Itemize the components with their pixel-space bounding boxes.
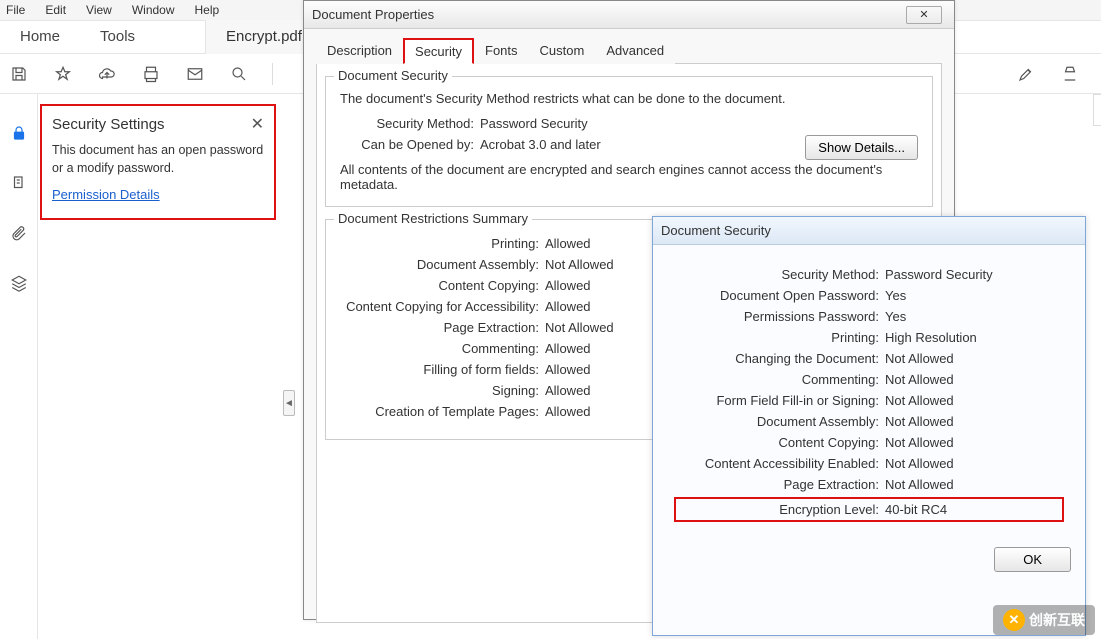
security-row: Content Accessibility Enabled:Not Allowe… <box>675 456 1063 471</box>
security-row: Page Extraction:Not Allowed <box>675 477 1063 492</box>
tab-fonts[interactable]: Fonts <box>474 38 529 64</box>
watermark-text: 创新互联 <box>1029 610 1085 630</box>
menu-file[interactable]: File <box>6 3 25 17</box>
security-row-value: Password Security <box>885 267 1063 282</box>
restriction-label: Filling of form fields: <box>340 362 545 377</box>
restriction-label: Page Extraction: <box>340 320 545 335</box>
restriction-label: Commenting: <box>340 341 545 356</box>
security-row-label: Printing: <box>675 330 885 345</box>
collapse-handle[interactable]: ◄ <box>283 390 295 416</box>
star-icon[interactable] <box>52 63 74 85</box>
restriction-label: Document Assembly: <box>340 257 545 272</box>
show-details-button[interactable]: Show Details... <box>805 135 918 160</box>
watermark: ✕ 创新互联 <box>993 605 1095 635</box>
security-method-value: Password Security <box>480 116 918 131</box>
stamp-icon[interactable] <box>1059 63 1081 85</box>
security-row-label: Encryption Level: <box>675 502 885 517</box>
security-row-value: Not Allowed <box>885 477 1063 492</box>
security-row-label: Permissions Password: <box>675 309 885 324</box>
security-method-label: Security Method: <box>340 116 480 131</box>
security-row: Document Open Password:Yes <box>675 288 1063 303</box>
restriction-label: Signing: <box>340 383 545 398</box>
watermark-icon: ✕ <box>1003 609 1025 631</box>
security-row-value: Not Allowed <box>885 351 1063 366</box>
security-row-label: Document Open Password: <box>675 288 885 303</box>
restrictions-legend: Document Restrictions Summary <box>334 211 532 226</box>
tab-custom[interactable]: Custom <box>529 38 596 64</box>
security-row: Form Field Fill-in or Signing:Not Allowe… <box>675 393 1063 408</box>
pages-icon[interactable] <box>8 172 30 194</box>
security-row-value: Yes <box>885 288 1063 303</box>
security-row-value: Not Allowed <box>885 414 1063 429</box>
doc-security-legend: Document Security <box>334 68 452 83</box>
dialog-titlebar[interactable]: Document Properties ✕ <box>304 1 954 29</box>
security-row: Commenting:Not Allowed <box>675 372 1063 387</box>
security-settings-panel: Security Settings ✕ This document has an… <box>40 104 276 220</box>
menu-help[interactable]: Help <box>195 3 220 17</box>
encryption-note: All contents of the document are encrypt… <box>340 162 918 192</box>
mail-icon[interactable] <box>184 63 206 85</box>
restriction-label: Content Copying for Accessibility: <box>340 299 545 314</box>
save-icon[interactable] <box>8 63 30 85</box>
print-icon[interactable] <box>140 63 162 85</box>
right-panel-edge[interactable] <box>1093 94 1101 126</box>
security-row-label: Security Method: <box>675 267 885 282</box>
lock-icon[interactable] <box>8 122 30 144</box>
security-row-label: Form Field Fill-in or Signing: <box>675 393 885 408</box>
security-row-value: High Resolution <box>885 330 1063 345</box>
search-icon[interactable] <box>228 63 250 85</box>
ok-button[interactable]: OK <box>994 547 1071 572</box>
security-settings-body: This document has an open password or a … <box>52 142 264 177</box>
tab-home[interactable]: Home <box>0 20 80 54</box>
dialog-title: Document Security <box>661 223 771 238</box>
security-row-value: 40-bit RC4 <box>885 502 1063 517</box>
security-row-value: Not Allowed <box>885 456 1063 471</box>
menu-edit[interactable]: Edit <box>45 3 66 17</box>
security-row-value: Not Allowed <box>885 393 1063 408</box>
security-row: Security Method:Password Security <box>675 267 1063 282</box>
dialog-titlebar[interactable]: Document Security <box>653 217 1085 245</box>
doc-security-intro: The document's Security Method restricts… <box>340 91 918 106</box>
attachment-icon[interactable] <box>8 222 30 244</box>
security-row-label: Changing the Document: <box>675 351 885 366</box>
cloud-upload-icon[interactable] <box>96 63 118 85</box>
restriction-label: Printing: <box>340 236 545 251</box>
security-row: Printing:High Resolution <box>675 330 1063 345</box>
dialog-tabs: Description Security Fonts Custom Advanc… <box>304 29 954 63</box>
tab-advanced[interactable]: Advanced <box>595 38 675 64</box>
restriction-label: Creation of Template Pages: <box>340 404 545 419</box>
security-row-value: Not Allowed <box>885 435 1063 450</box>
tab-tools[interactable]: Tools <box>80 20 155 54</box>
menu-window[interactable]: Window <box>132 3 175 17</box>
security-row-label: Page Extraction: <box>675 477 885 492</box>
dialog-title: Document Properties <box>312 7 434 22</box>
close-icon[interactable]: ✕ <box>251 114 264 134</box>
security-settings-title: Security Settings <box>52 116 165 133</box>
security-row: Encryption Level:40-bit RC4 <box>675 498 1063 521</box>
left-sidebar <box>0 94 38 639</box>
layers-icon[interactable] <box>8 272 30 294</box>
security-row-value: Not Allowed <box>885 372 1063 387</box>
security-row-label: Content Copying: <box>675 435 885 450</box>
tab-security[interactable]: Security <box>403 38 474 64</box>
security-row-label: Content Accessibility Enabled: <box>675 456 885 471</box>
tab-description[interactable]: Description <box>316 38 403 64</box>
security-row: Content Copying:Not Allowed <box>675 435 1063 450</box>
menu-view[interactable]: View <box>86 3 112 17</box>
security-row: Document Assembly:Not Allowed <box>675 414 1063 429</box>
security-row-value: Yes <box>885 309 1063 324</box>
permission-details-link[interactable]: Permission Details <box>52 187 160 202</box>
security-row: Permissions Password:Yes <box>675 309 1063 324</box>
can-open-label: Can be Opened by: <box>340 137 480 152</box>
security-row-label: Commenting: <box>675 372 885 387</box>
security-row: Changing the Document:Not Allowed <box>675 351 1063 366</box>
security-row-label: Document Assembly: <box>675 414 885 429</box>
restriction-label: Content Copying: <box>340 278 545 293</box>
document-security-dialog: Document Security Security Method:Passwo… <box>652 216 1086 636</box>
highlight-icon[interactable] <box>1015 63 1037 85</box>
dialog-close-button[interactable]: ✕ <box>906 6 942 24</box>
toolbar-divider <box>272 63 273 85</box>
